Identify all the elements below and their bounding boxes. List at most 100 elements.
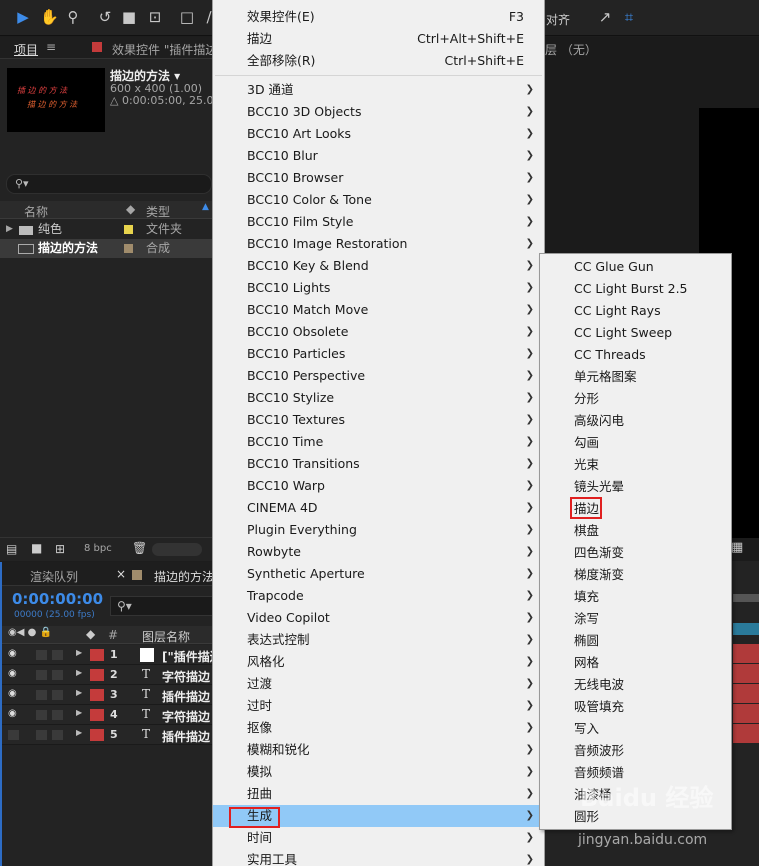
menu-item-remove-all[interactable]: 全部移除(R) Ctrl+Shift+E xyxy=(213,50,544,72)
solo-toggle[interactable] xyxy=(36,670,47,680)
project-row[interactable]: ▶ 纯色 文件夹 xyxy=(0,220,212,239)
eye-icon[interactable]: ◉ xyxy=(8,668,17,679)
camera-tool-icon[interactable]: ■ xyxy=(120,8,138,26)
rotate-tool-icon[interactable]: ↺ xyxy=(96,8,114,26)
lock-toggle[interactable] xyxy=(52,710,63,720)
tab-render-queue[interactable]: 渲染队列 xyxy=(30,568,78,585)
menu-item[interactable]: 模糊和锐化 ❯ xyxy=(213,739,544,761)
layer-row[interactable]: ◉ ▶ 3 T 插件描边 xyxy=(2,685,214,705)
submenu-item[interactable]: 音频波形 xyxy=(540,740,731,762)
layer-bar[interactable] xyxy=(733,664,759,683)
trash-icon[interactable]: 🗑 xyxy=(132,541,147,555)
timeline-search-input[interactable]: ⚲▾ xyxy=(110,596,214,616)
panel-menu-icon[interactable]: ≡ xyxy=(46,40,56,54)
layer-bar[interactable] xyxy=(733,704,759,723)
menu-item[interactable]: Video Copilot ❯ xyxy=(213,607,544,629)
menu-item[interactable]: BCC10 Image Restoration ❯ xyxy=(213,233,544,255)
new-folder-icon[interactable]: ■ xyxy=(31,541,42,555)
menu-item[interactable]: BCC10 Particles ❯ xyxy=(213,343,544,365)
project-row[interactable]: 描边的方法 合成 xyxy=(0,239,212,258)
submenu-item[interactable]: 吸管填充 xyxy=(540,696,731,718)
thumbnail-slider[interactable] xyxy=(152,543,202,556)
menu-item-stroke[interactable]: 描边 Ctrl+Alt+Shift+E xyxy=(213,28,544,50)
lock-toggle[interactable] xyxy=(52,730,63,740)
layer-row[interactable]: ◉ ▶ 1 ["插件描边 xyxy=(2,645,222,665)
submenu-item[interactable]: 单元格图案 xyxy=(540,366,731,388)
eye-icon[interactable]: ◉ xyxy=(8,688,17,699)
lock-toggle[interactable] xyxy=(52,670,63,680)
submenu-item[interactable]: CC Light Burst 2.5 xyxy=(540,278,731,300)
menu-item[interactable]: BCC10 Perspective ❯ xyxy=(213,365,544,387)
eye-toggle[interactable] xyxy=(8,730,19,740)
submenu-item[interactable]: CC Glue Gun xyxy=(540,256,731,278)
snap-icon[interactable]: ⌗ xyxy=(620,8,638,26)
rectangle-tool-icon[interactable]: □ xyxy=(178,8,196,26)
submenu-item[interactable]: 网格 xyxy=(540,652,731,674)
col-type[interactable]: 类型 xyxy=(146,203,170,220)
menu-item[interactable]: 过时 ❯ xyxy=(213,695,544,717)
menu-item[interactable]: BCC10 Film Style ❯ xyxy=(213,211,544,233)
submenu-item[interactable]: 椭圆 xyxy=(540,630,731,652)
menu-item[interactable]: 抠像 ❯ xyxy=(213,717,544,739)
zoom-tool-icon[interactable]: ⚲ xyxy=(64,8,82,26)
submenu-item[interactable]: 高级闪电 xyxy=(540,410,731,432)
menu-item[interactable]: BCC10 Color & Tone ❯ xyxy=(213,189,544,211)
menu-item[interactable]: 模拟 ❯ xyxy=(213,761,544,783)
grid-toggle-icon[interactable]: ▦ xyxy=(731,540,759,556)
submenu-item[interactable]: 棋盘 xyxy=(540,520,731,542)
submenu-item[interactable]: CC Light Rays xyxy=(540,300,731,322)
eye-icon[interactable]: ◉ xyxy=(8,648,17,659)
hand-tool-icon[interactable]: ✋ xyxy=(40,8,59,26)
layer-label-color[interactable] xyxy=(90,709,104,721)
menu-item[interactable]: Rowbyte ❯ xyxy=(213,541,544,563)
eye-icon[interactable]: ◉ xyxy=(8,708,17,719)
menu-item[interactable]: BCC10 Match Move ❯ xyxy=(213,299,544,321)
solo-toggle[interactable] xyxy=(36,730,47,740)
solo-toggle[interactable] xyxy=(36,650,47,660)
menu-item-effect-controls[interactable]: 效果控件(E) F3 xyxy=(213,6,544,28)
expand-icon[interactable]: ▶ xyxy=(76,688,82,697)
submenu-item[interactable]: 填充 xyxy=(540,586,731,608)
solo-toggle[interactable] xyxy=(36,690,47,700)
menu-item[interactable]: BCC10 Warp ❯ xyxy=(213,475,544,497)
layer-bar[interactable] xyxy=(733,684,759,703)
lock-toggle[interactable] xyxy=(52,690,63,700)
menu-item[interactable]: BCC10 Transitions ❯ xyxy=(213,453,544,475)
menu-item[interactable]: 风格化 ❯ xyxy=(213,651,544,673)
submenu-item[interactable]: 镜头光晕 xyxy=(540,476,731,498)
align-label[interactable]: 对齐 xyxy=(546,11,570,28)
menu-item[interactable]: CINEMA 4D ❯ xyxy=(213,497,544,519)
menu-item[interactable]: 扭曲 ❯ xyxy=(213,783,544,805)
tab-composition[interactable]: 描边的方法 xyxy=(154,568,214,585)
expand-icon[interactable]: ▶ xyxy=(76,728,82,737)
menu-item[interactable]: 实用工具 ❯ xyxy=(213,849,544,866)
time-ruler-indicator[interactable] xyxy=(733,623,759,635)
brush-arrow-icon[interactable]: ↗ xyxy=(596,8,614,26)
pan-behind-tool-icon[interactable]: ⊡ xyxy=(146,8,164,26)
menu-item[interactable]: Plugin Everything ❯ xyxy=(213,519,544,541)
col-layer-name[interactable]: 图层名称 xyxy=(142,628,190,645)
layer-row[interactable]: ▶ 5 T 插件描边 xyxy=(2,725,214,745)
submenu-item[interactable]: 勾画 xyxy=(540,432,731,454)
expand-icon[interactable]: ▶ xyxy=(76,668,82,677)
layer-bar[interactable] xyxy=(733,724,759,743)
tab-effect-controls[interactable]: 效果控件 "插件描边 xyxy=(112,41,217,58)
menu-item[interactable]: BCC10 Obsolete ❯ xyxy=(213,321,544,343)
selection-tool-icon[interactable]: ▶ xyxy=(14,8,32,26)
submenu-item[interactable]: 光束 xyxy=(540,454,731,476)
menu-item[interactable]: BCC10 Browser ❯ xyxy=(213,167,544,189)
submenu-item[interactable]: 四色渐变 xyxy=(540,542,731,564)
layer-label-color[interactable] xyxy=(90,689,104,701)
submenu-item[interactable]: 描边 xyxy=(540,498,731,520)
menu-item[interactable]: BCC10 Time ❯ xyxy=(213,431,544,453)
menu-item[interactable]: BCC10 Lights ❯ xyxy=(213,277,544,299)
project-search-input[interactable]: ⚲▾ xyxy=(6,174,212,194)
expand-icon[interactable]: ▶ xyxy=(6,220,13,239)
menu-item[interactable]: BCC10 Key & Blend ❯ xyxy=(213,255,544,277)
new-comp-icon[interactable]: ⊞ xyxy=(55,542,65,556)
layer-label-color[interactable] xyxy=(90,669,104,681)
menu-item[interactable]: 表达式控制 ❯ xyxy=(213,629,544,651)
submenu-item[interactable]: 无线电波 xyxy=(540,674,731,696)
menu-item[interactable]: BCC10 Stylize ❯ xyxy=(213,387,544,409)
expand-icon[interactable]: ▶ xyxy=(76,648,82,657)
